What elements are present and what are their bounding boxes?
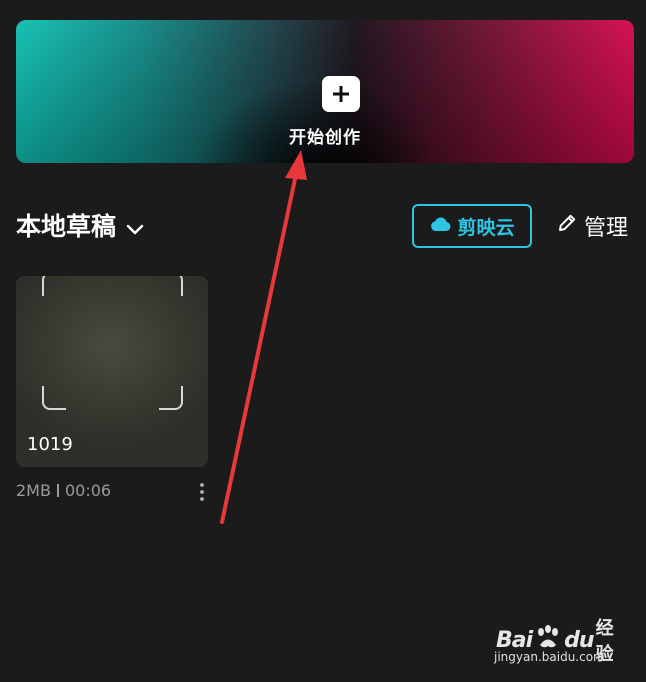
start-creating-button[interactable]: 开始创作 <box>16 20 634 163</box>
baidu-watermark: Bai du 经验 jingyan.baidu.com <box>492 612 622 672</box>
local-drafts-dropdown[interactable]: 本地草稿 <box>16 207 144 243</box>
watermark-url: jingyan.baidu.com <box>494 650 605 664</box>
start-creating-label: 开始创作 <box>289 128 361 148</box>
meta-divider <box>56 484 59 497</box>
cloud-icon <box>429 215 451 237</box>
more-vertical-icon <box>192 483 212 508</box>
draft-card[interactable]: 1019 <box>16 276 208 467</box>
frame-corner <box>42 276 66 296</box>
local-drafts-title: 本地草稿 <box>16 212 117 241</box>
chevron-down-icon <box>126 212 144 241</box>
more-options-button[interactable] <box>192 480 212 504</box>
frame-corner <box>159 386 183 410</box>
draft-meta: 2MB 00:06 <box>16 481 111 500</box>
cloud-storage-button[interactable]: 剪映云 <box>412 204 532 248</box>
draft-size: 2MB <box>16 481 51 500</box>
manage-button[interactable]: 管理 <box>556 208 628 244</box>
cloud-storage-label: 剪映云 <box>457 216 515 239</box>
frame-corner <box>159 276 183 296</box>
watermark-brand-a: Bai <box>496 627 533 653</box>
app-screen: 开始创作 本地草稿 剪映云 管理 1019 2MB 00:06 Bai du 经… <box>0 0 646 682</box>
manage-label: 管理 <box>584 216 629 241</box>
plus-icon <box>322 76 360 112</box>
watermark-brand-b: du <box>564 627 594 653</box>
frame-corner <box>42 386 66 410</box>
draft-duration: 00:06 <box>64 481 112 500</box>
pencil-icon <box>556 212 578 240</box>
draft-name: 1019 <box>27 434 73 455</box>
